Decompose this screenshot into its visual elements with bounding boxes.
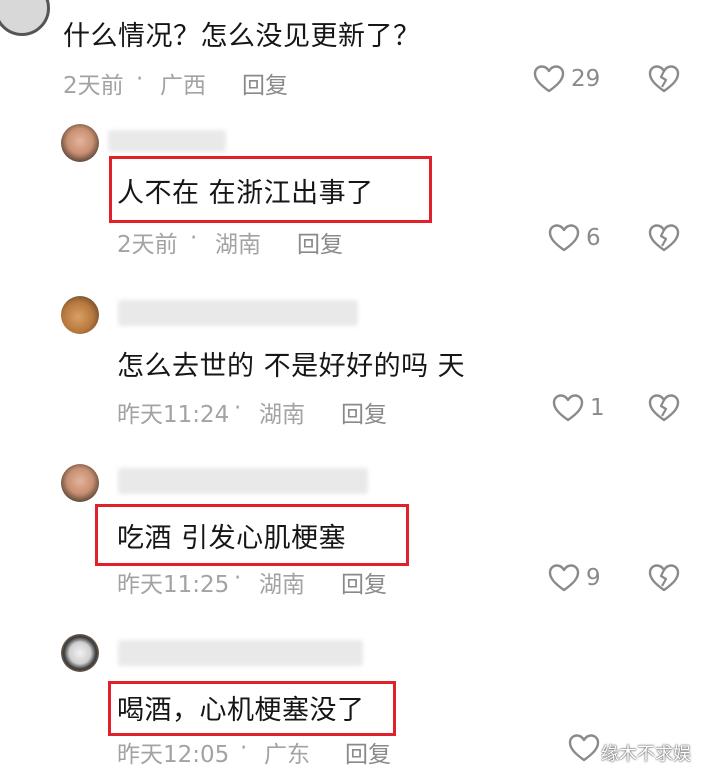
comment-time: 昨天11:24 (117, 402, 230, 428)
reply-button[interactable]: 回复 (297, 225, 343, 259)
comment-text: 什么情况？怎么没见更新了？ (63, 21, 421, 52)
comment-time: 昨天11:25 (117, 572, 230, 598)
comment-text: 喝酒，心机梗塞没了 (117, 695, 365, 726)
like-count: 29 (571, 66, 601, 92)
avatar[interactable] (61, 464, 99, 502)
like-count: 6 (586, 225, 601, 251)
meta-separator: · (190, 225, 198, 251)
like-count: 9 (586, 565, 601, 591)
like-count: 1 (590, 395, 605, 421)
heart-icon[interactable] (552, 393, 584, 423)
heart-icon[interactable] (548, 223, 580, 253)
reply-button[interactable]: 回复 (345, 735, 391, 769)
avatar[interactable] (61, 634, 99, 672)
avatar[interactable] (61, 296, 99, 334)
reply-button[interactable]: 回复 (341, 565, 387, 599)
meta-separator: · (136, 66, 144, 92)
comment-text: 人不在 在浙江出事了 (117, 178, 374, 209)
broken-heart-icon[interactable] (648, 64, 680, 94)
comment-location: 湖南 (215, 232, 261, 258)
broken-heart-icon[interactable] (648, 223, 680, 253)
meta-separator: · (240, 735, 248, 761)
comment-location: 广西 (160, 73, 206, 99)
avatar[interactable] (0, 0, 50, 36)
broken-heart-icon[interactable] (648, 563, 680, 593)
blurred-username (118, 300, 358, 326)
reply-button[interactable]: 回复 (341, 395, 387, 429)
heart-icon[interactable] (548, 563, 580, 593)
blurred-username (118, 640, 363, 666)
comment-text: 吃酒 引发心肌梗塞 (117, 523, 347, 554)
heart-icon[interactable] (568, 733, 600, 763)
comment-location: 湖南 (259, 402, 305, 428)
comment-time: 2天前 (117, 232, 178, 258)
comment-time: 昨天12:05 (117, 742, 230, 768)
reply-button[interactable]: 回复 (242, 66, 288, 100)
heart-icon[interactable] (533, 64, 565, 94)
meta-separator: · (234, 565, 242, 591)
comment-location: 湖南 (259, 572, 305, 598)
blurred-username (118, 468, 368, 494)
comment-time: 2天前 (63, 73, 124, 99)
watermark: 缘木不求娱 (601, 744, 691, 765)
avatar[interactable] (61, 124, 99, 162)
blurred-username (108, 130, 226, 152)
broken-heart-icon[interactable] (648, 393, 680, 423)
meta-separator: · (234, 395, 242, 421)
comment-location: 广东 (264, 742, 310, 768)
comment-text: 怎么去世的 不是好好的吗 天 (117, 351, 466, 382)
